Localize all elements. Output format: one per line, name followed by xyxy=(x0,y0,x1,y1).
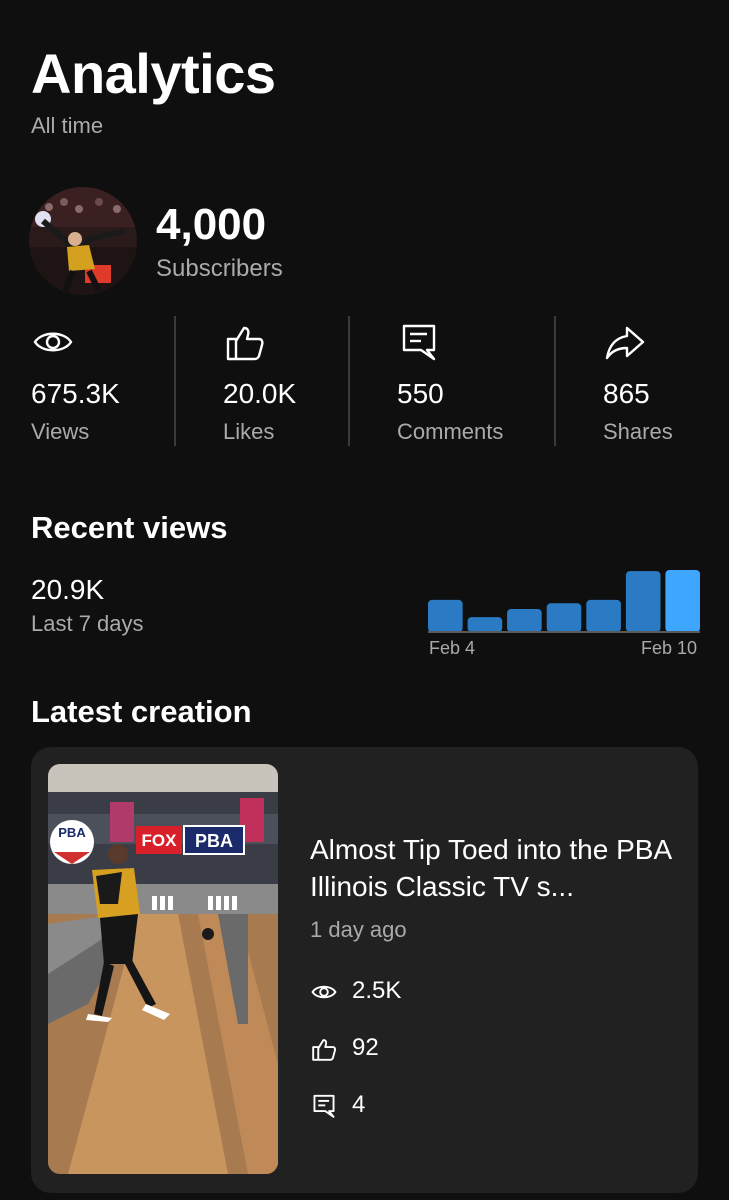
thumbs-up-icon xyxy=(310,1035,338,1063)
latest-creation-title: Latest creation xyxy=(31,694,252,729)
thumbnail-banner-pba: PBA xyxy=(195,831,233,851)
latest-video-card[interactable]: PBA FOX PBA Almost Tip Toed into the PBA… xyxy=(31,747,698,1193)
chart-bar[interactable] xyxy=(625,571,661,632)
chart-end-label: Feb 10 xyxy=(641,638,698,658)
thumbnail-banner-left: PBA xyxy=(58,825,86,840)
share-icon xyxy=(603,320,647,364)
recent-views-value: 20.9K xyxy=(31,574,105,605)
chart-bar[interactable] xyxy=(507,609,542,632)
thumbnail-banner-fox: FOX xyxy=(142,831,178,850)
chart-bar[interactable] xyxy=(665,570,700,632)
video-age: 1 day ago xyxy=(310,917,407,942)
stat-label: Comments xyxy=(397,419,504,444)
video-stat-value: 4 xyxy=(352,1091,366,1118)
avatar[interactable] xyxy=(29,187,137,295)
stats-divider xyxy=(174,316,176,446)
chart-bar[interactable] xyxy=(586,599,621,632)
subscriber-count: 4,000 xyxy=(156,200,267,249)
video-title[interactable]: Almost Tip Toed into the PBA Illinois Cl… xyxy=(310,831,680,905)
stat-label: Likes xyxy=(223,419,275,444)
chart-start-label: Feb 4 xyxy=(429,638,476,658)
comment-icon xyxy=(397,320,441,364)
comment-icon xyxy=(310,1092,338,1120)
thumbs-up-icon xyxy=(223,320,267,364)
stat-value: 865 xyxy=(603,378,650,409)
chart-bar[interactable] xyxy=(428,599,463,632)
page-subtitle[interactable]: All time xyxy=(31,113,103,139)
recent-views-title: Recent views xyxy=(31,510,228,545)
video-thumbnail[interactable]: PBA FOX PBA xyxy=(48,764,278,1174)
page-title: Analytics xyxy=(31,42,276,105)
stats-row: 675.3K Views 20.0K Likes 550 Comments 86… xyxy=(0,316,729,446)
stat-value: 550 xyxy=(397,378,444,409)
stats-divider xyxy=(554,316,556,446)
stat-value: 20.0K xyxy=(223,378,297,409)
eye-icon xyxy=(31,320,75,364)
recent-views-period: Last 7 days xyxy=(31,611,144,636)
stats-divider xyxy=(348,316,350,446)
video-stat-value: 2.5K xyxy=(352,977,402,1004)
stat-label: Shares xyxy=(603,419,673,444)
video-stat-value: 92 xyxy=(352,1034,379,1061)
eye-icon xyxy=(310,978,338,1006)
chart-bar[interactable] xyxy=(467,617,503,632)
stat-label: Views xyxy=(31,419,90,444)
stat-value: 675.3K xyxy=(31,378,120,409)
subscriber-label: Subscribers xyxy=(156,255,283,282)
chart-bar[interactable] xyxy=(546,603,582,632)
